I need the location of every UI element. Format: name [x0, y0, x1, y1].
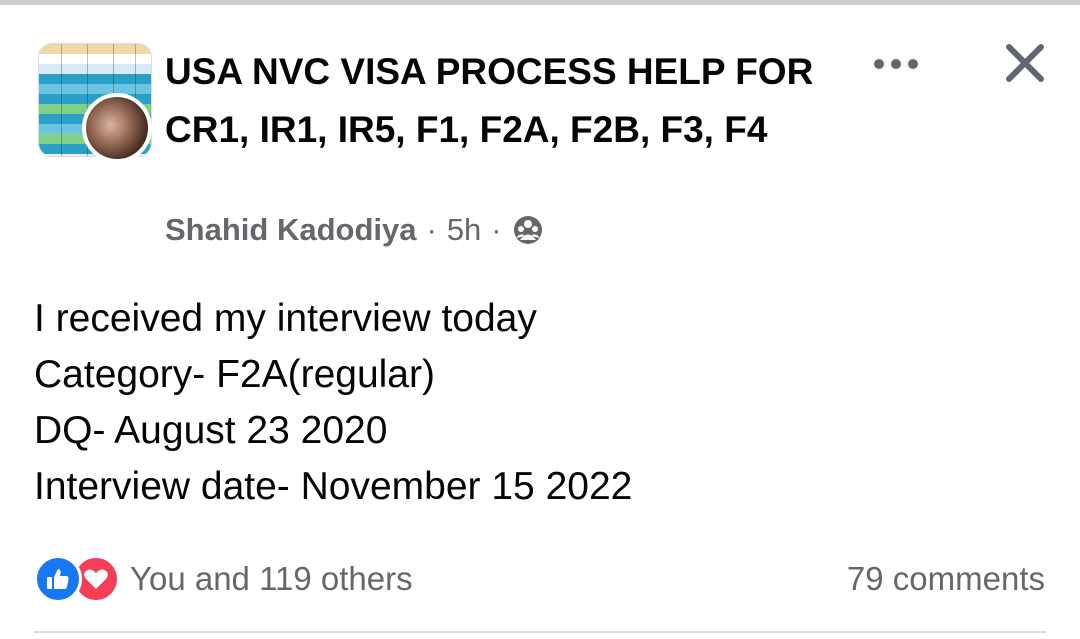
close-icon — [1004, 42, 1046, 89]
meta-separator: · — [426, 212, 437, 247]
author-name[interactable]: Shahid Kadodiya — [165, 212, 416, 248]
author-avatar[interactable] — [82, 93, 152, 163]
more-options-button[interactable] — [862, 41, 930, 91]
post-body: I received my interview today Category- … — [34, 291, 1044, 515]
group-title[interactable]: USA NVC VISA PROCESS HELP FOR CR1, IR1, … — [165, 43, 815, 159]
reactions-summary[interactable]: You and 119 others — [34, 553, 413, 605]
post-time[interactable]: 5h — [447, 212, 481, 248]
meta-separator: · — [491, 212, 502, 247]
post-card: USA NVC VISA PROCESS HELP FOR CR1, IR1, … — [0, 5, 1080, 639]
like-icon — [34, 555, 82, 603]
post-body-line: DQ- August 23 2020 — [34, 409, 388, 452]
post-body-line: Interview date- November 15 2022 — [34, 465, 633, 508]
post-body-line: I received my interview today — [34, 297, 537, 340]
more-options-icon — [872, 57, 920, 76]
action-divider — [34, 631, 1046, 633]
close-button[interactable] — [995, 35, 1055, 95]
post-meta: Shahid Kadodiya · 5h · — [165, 208, 544, 252]
comments-count[interactable]: 79 comments — [847, 553, 1045, 605]
post-body-line: Category- F2A(regular) — [34, 353, 435, 396]
reaction-count-text[interactable]: You and 119 others — [130, 560, 413, 598]
group-audience-icon — [512, 214, 544, 246]
